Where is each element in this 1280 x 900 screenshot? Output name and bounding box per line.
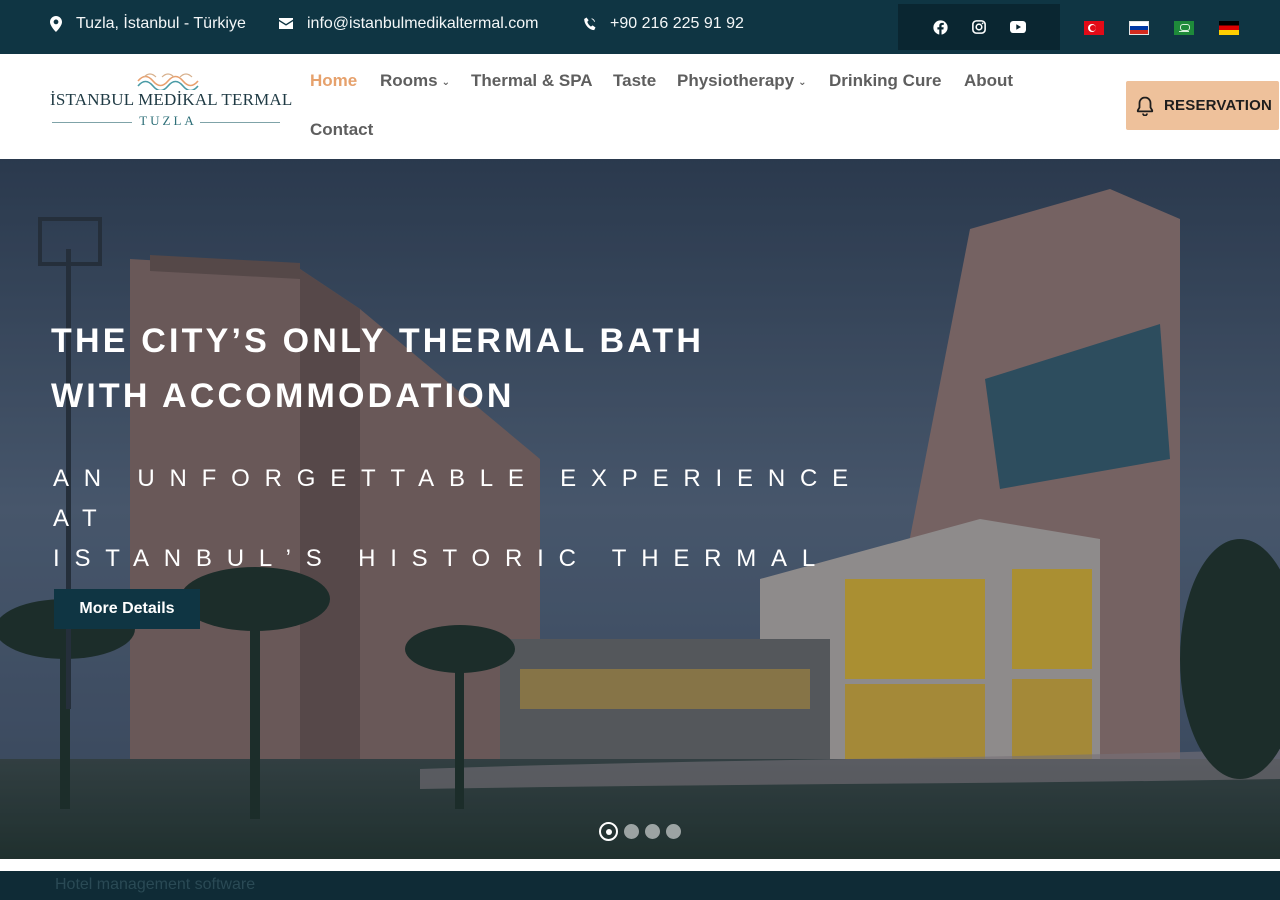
- de-flag-icon[interactable]: [1219, 21, 1239, 35]
- phone-text: +90 216 225 91 92: [610, 14, 744, 32]
- nav-contact[interactable]: Contact: [310, 120, 373, 140]
- slide-dot-3[interactable]: [645, 824, 660, 839]
- top-bar: Tuzla, İstanbul - Türkiye info@istanbulm…: [0, 0, 1280, 54]
- slide-dot-2[interactable]: [624, 824, 639, 839]
- sa-flag-icon[interactable]: [1174, 21, 1194, 35]
- location-info: Tuzla, İstanbul - Türkiye: [50, 0, 246, 47]
- instagram-icon[interactable]: [971, 19, 987, 35]
- chevron-down-icon: ⌄: [798, 76, 807, 88]
- hero-title-line-1: THE CITY’S ONLY THERMAL BATH: [51, 322, 705, 360]
- site-logo[interactable]: İSTANBUL MEDİKAL TERMAL TUZLA: [50, 72, 293, 132]
- chevron-down-icon: ⌄: [441, 76, 451, 88]
- nav-taste-label: Taste: [613, 71, 657, 90]
- slide-dot-4[interactable]: [666, 824, 681, 839]
- nav-thermal-label: Thermal & SPA: [471, 71, 593, 90]
- nav-home[interactable]: Home: [310, 71, 357, 91]
- email-text: info@istanbulmedikaltermal.com: [307, 14, 539, 32]
- footer-bar: Hotel management software: [0, 871, 1280, 900]
- hero-title-line-2: WITH ACCOMMODATION: [51, 377, 515, 415]
- hero-slider: THE CITY’S ONLY THERMAL BATH WITH ACCOMM…: [0, 159, 1280, 859]
- hero-title: THE CITY’S ONLY THERMAL BATH WITH ACCOMM…: [51, 314, 871, 424]
- slide-dot-1[interactable]: [599, 822, 618, 841]
- nav-taste[interactable]: Taste: [613, 71, 656, 91]
- envelope-icon: [279, 18, 293, 29]
- logo-name: İSTANBUL MEDİKAL TERMAL: [50, 90, 293, 109]
- youtube-icon[interactable]: [1010, 19, 1026, 35]
- logo-location: TUZLA: [139, 113, 197, 128]
- ru-flag-icon[interactable]: [1129, 21, 1149, 35]
- facebook-icon[interactable]: [932, 19, 948, 35]
- hotel-software-link[interactable]: Hotel management software: [55, 876, 255, 894]
- nav-contact-label: Contact: [310, 120, 374, 139]
- tr-flag-icon[interactable]: [1084, 21, 1104, 35]
- phone-link[interactable]: +90 216 225 91 92: [584, 0, 744, 47]
- nav-about-label: About: [964, 71, 1014, 90]
- main-header: İSTANBUL MEDİKAL TERMAL TUZLA Home Rooms…: [0, 54, 1280, 159]
- nav-rooms-label: Rooms: [380, 71, 438, 90]
- social-links: [898, 4, 1060, 50]
- email-link[interactable]: info@istanbulmedikaltermal.com: [279, 0, 538, 47]
- language-selector: [1084, 21, 1239, 35]
- nav-about[interactable]: About: [964, 71, 1013, 91]
- more-details-button[interactable]: More Details: [54, 589, 200, 629]
- nav-rooms[interactable]: Rooms ⌄: [380, 71, 450, 91]
- reservation-label: RESERVATION: [1164, 97, 1273, 114]
- slider-pagination: [599, 822, 681, 841]
- waves-logo-icon: [137, 73, 199, 90]
- nav-physiotherapy[interactable]: Physiotherapy ⌄: [677, 71, 807, 91]
- nav-home-label: Home: [310, 71, 358, 90]
- nav-drinking-label: Drinking Cure: [829, 71, 942, 90]
- phone-icon: [584, 17, 596, 30]
- bell-icon: [1136, 96, 1154, 116]
- logo-rule-right: [200, 122, 280, 123]
- nav-thermal-spa[interactable]: Thermal & SPA: [471, 71, 593, 91]
- nav-drinking-cure[interactable]: Drinking Cure: [829, 71, 941, 91]
- nav-physio-label: Physiotherapy: [677, 71, 795, 90]
- location-text: Tuzla, İstanbul - Türkiye: [76, 14, 246, 32]
- map-marker-icon: [50, 15, 62, 32]
- hero-subtitle-line-1: AN UNFORGETTABLE EXPERIENCE AT: [53, 465, 863, 532]
- reservation-button[interactable]: RESERVATION: [1126, 81, 1279, 130]
- section-spacer: [0, 859, 1280, 871]
